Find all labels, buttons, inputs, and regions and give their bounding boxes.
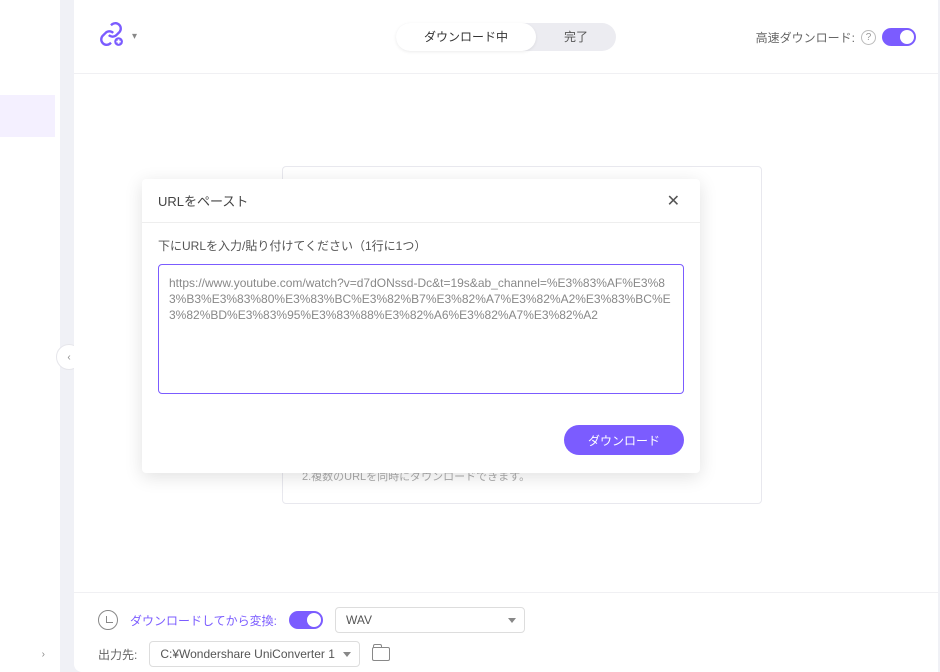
open-folder-icon[interactable] xyxy=(372,647,390,661)
modal-footer: ダウンロード xyxy=(142,415,700,473)
paste-url-modal: URLをペースト ✕ 下にURLを入力/貼り付けてください（1行に1つ） ダウン… xyxy=(142,179,700,473)
sidebar-active-indicator xyxy=(0,95,55,137)
url-input[interactable] xyxy=(158,264,684,394)
sidebar-expand-button[interactable]: › xyxy=(0,636,55,672)
help-icon[interactable]: ? xyxy=(861,30,876,45)
bottom-row-output: 出力先: C:¥Wondershare UniConverter 1 xyxy=(98,637,914,671)
fast-download-toggle[interactable] xyxy=(882,28,916,46)
bottombar: ダウンロードしてから変換: WAV 出力先: C:¥Wondershare Un… xyxy=(74,592,938,672)
modal-header: URLをペースト ✕ xyxy=(142,179,700,223)
fast-download-group: 高速ダウンロード: ? xyxy=(756,0,916,74)
content-area: 2.複数のURLを同時にダウンロードできます。 URLをペースト ✕ 下にURL… xyxy=(74,74,938,592)
convert-after-download-label: ダウンロードしてから変換: xyxy=(130,612,277,629)
fast-download-label: 高速ダウンロード: xyxy=(756,29,855,46)
download-button[interactable]: ダウンロード xyxy=(564,425,684,455)
output-label: 出力先: xyxy=(98,646,137,663)
close-icon[interactable]: ✕ xyxy=(663,187,684,215)
tab-group: ダウンロード中 完了 xyxy=(396,23,616,51)
convert-after-download-toggle[interactable] xyxy=(289,611,323,629)
modal-instruction: 下にURLを入力/貼り付けてください（1行に1つ） xyxy=(158,237,684,254)
main-panel: ▾ ダウンロード中 完了 高速ダウンロード: ? 2.複数のURLを同時にダウン… xyxy=(74,0,938,672)
bottom-row-convert: ダウンロードしてから変換: WAV xyxy=(98,603,914,637)
tab-downloading[interactable]: ダウンロード中 xyxy=(396,23,536,51)
topbar: ▾ ダウンロード中 完了 高速ダウンロード: ? xyxy=(74,0,938,74)
modal-body: 下にURLを入力/貼り付けてください（1行に1つ） xyxy=(142,223,700,415)
modal-title: URLをペースト xyxy=(158,191,248,210)
format-select[interactable]: WAV xyxy=(335,607,525,633)
history-icon[interactable] xyxy=(98,610,118,630)
output-path-select[interactable]: C:¥Wondershare UniConverter 1 xyxy=(149,641,360,667)
tab-done[interactable]: 完了 xyxy=(536,23,616,51)
add-link-menu-chevron-icon[interactable]: ▾ xyxy=(132,31,137,42)
add-link-icon[interactable] xyxy=(98,21,124,52)
